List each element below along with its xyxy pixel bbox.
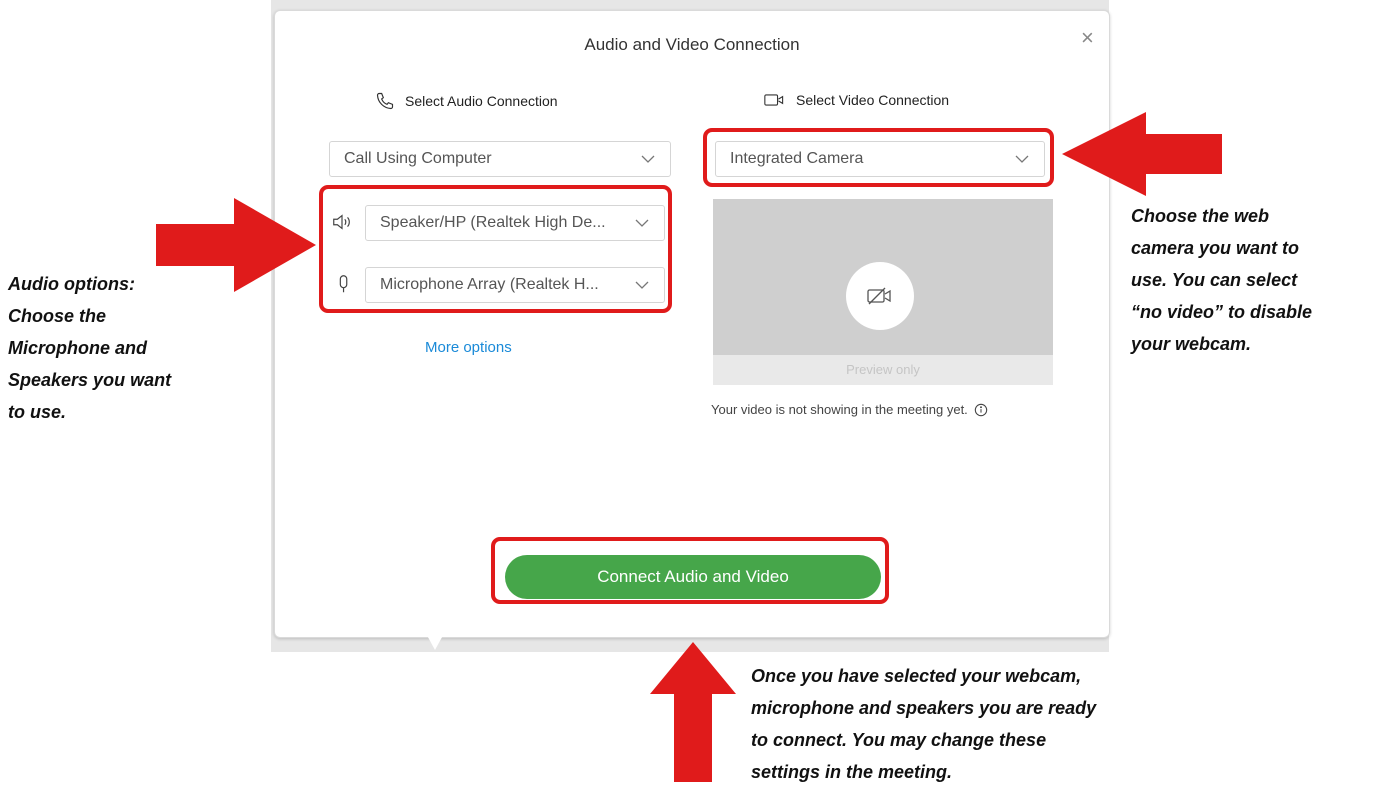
- annotation-line: to use.: [8, 402, 67, 422]
- camera-off-icon: [867, 287, 891, 305]
- audio-connection-value: Call Using Computer: [344, 150, 492, 167]
- more-options-link[interactable]: More options: [425, 339, 512, 356]
- annotation-line: settings in the meeting.: [751, 762, 953, 782]
- annotation-line: Choose the web: [1131, 206, 1270, 226]
- preview-only-label: Preview only: [713, 355, 1053, 385]
- phone-icon: [376, 92, 394, 110]
- annotation-line: Microphone and: [8, 338, 147, 358]
- camera-toggle-button[interactable]: [846, 262, 914, 330]
- video-annotation: Choose the web camera you want to use. Y…: [1131, 200, 1376, 360]
- annotation-line: microphone and speakers you are ready: [751, 698, 1097, 718]
- video-camera-icon: [764, 94, 784, 106]
- audio-annotation: Audio options: Choose the Microphone and…: [8, 268, 238, 428]
- info-icon[interactable]: [974, 403, 988, 417]
- audio-section-heading: Select Audio Connection: [375, 91, 558, 111]
- arrow-up-icon: [650, 642, 736, 782]
- camera-highlight-box: [703, 128, 1054, 187]
- annotation-line: Choose the: [8, 306, 107, 326]
- connect-highlight-box: [491, 537, 889, 604]
- annotation-line: camera you want to: [1131, 238, 1300, 258]
- audio-connection-select[interactable]: Call Using Computer: [329, 141, 671, 177]
- annotation-line: Once you have selected your webcam,: [751, 666, 1082, 686]
- dialog-pointer: [423, 628, 447, 650]
- video-notice-text: Your video is not showing in the meeting…: [711, 402, 968, 417]
- chevron-down-icon: [641, 155, 655, 163]
- audio-highlight-box: [319, 185, 672, 313]
- annotation-line: to connect. You may change these: [751, 730, 1047, 750]
- arrow-left-icon: [1062, 112, 1222, 196]
- annotation-line: Audio options:: [8, 274, 135, 294]
- connect-annotation: Once you have selected your webcam, micr…: [751, 660, 1211, 788]
- close-icon[interactable]: ×: [1081, 27, 1094, 49]
- audio-heading-label: Select Audio Connection: [405, 93, 558, 109]
- video-section-heading: Select Video Connection: [764, 91, 949, 109]
- annotation-line: Speakers you want: [8, 370, 172, 390]
- video-heading-label: Select Video Connection: [796, 92, 950, 108]
- dialog-title: Audio and Video Connection: [584, 35, 800, 54]
- annotation-line: your webcam.: [1131, 334, 1252, 354]
- annotation-line: use. You can select: [1131, 270, 1298, 290]
- annotation-line: “no video” to disable: [1131, 302, 1313, 322]
- video-notice: Your video is not showing in the meeting…: [711, 402, 988, 417]
